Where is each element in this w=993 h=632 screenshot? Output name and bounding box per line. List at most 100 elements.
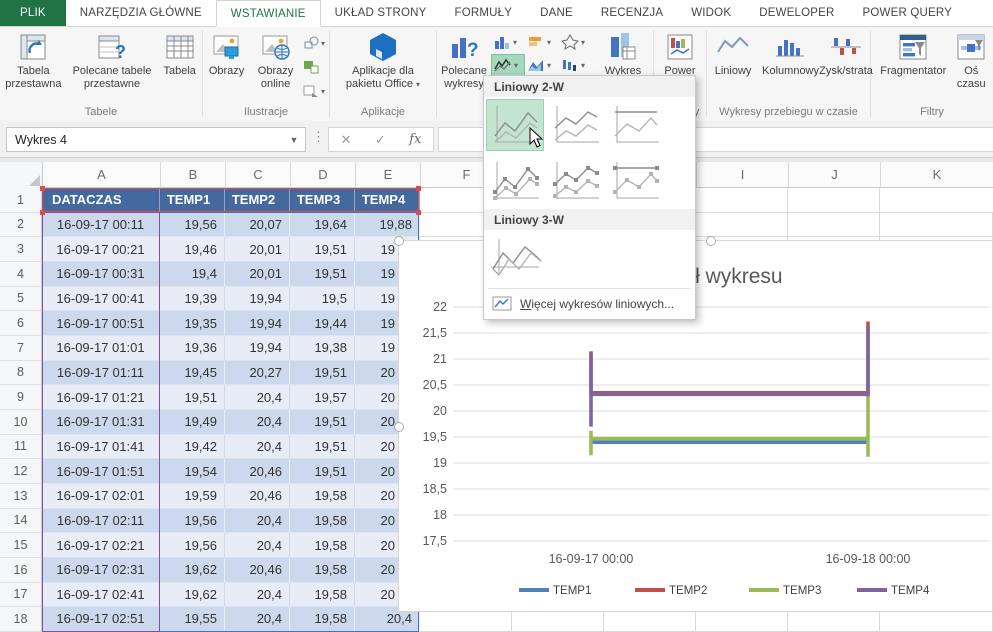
cell-B3[interactable]: 19,46 [160, 237, 225, 262]
row-header-13[interactable]: 13 [0, 484, 42, 509]
tab-wstawianie[interactable]: WSTAWIANIE [216, 0, 321, 27]
formula-bar-resize-handle[interactable]: ⋮ [312, 129, 325, 145]
cell-A12[interactable]: 16-09-17 01:51 [42, 459, 160, 484]
cell-C5[interactable]: 19,94 [225, 287, 290, 312]
insert-line-chart-button[interactable]: ▾ [491, 54, 525, 76]
row-header-1[interactable]: 1 [0, 188, 42, 213]
screenshot-button[interactable]: ▾ [301, 81, 329, 101]
cell-C15[interactable]: 20,4 [225, 533, 290, 558]
cell-D3[interactable]: 19,51 [290, 237, 355, 262]
cell-A16[interactable]: 16-09-17 02:31 [42, 558, 160, 583]
cell-B11[interactable]: 19,42 [160, 435, 225, 460]
cell-B8[interactable]: 19,45 [160, 361, 225, 386]
cell-A13[interactable]: 16-09-17 02:01 [42, 484, 160, 509]
cell-C1[interactable]: TEMP2 [225, 188, 290, 213]
cell-C11[interactable]: 20,4 [225, 435, 290, 460]
col-header-C[interactable]: C [226, 162, 291, 188]
cell-D1[interactable]: TEMP3 [290, 188, 355, 213]
cell-A17[interactable]: 16-09-17 02:41 [42, 583, 160, 608]
cell-B16[interactable]: 19,62 [160, 558, 225, 583]
cell-I2[interactable] [696, 213, 788, 238]
cell-I1[interactable] [696, 188, 788, 213]
cell-E1[interactable]: TEMP4 [355, 188, 420, 213]
col-header-I[interactable]: I [697, 162, 789, 188]
cell-D4[interactable]: 19,51 [290, 262, 355, 287]
cell-C12[interactable]: 20,46 [225, 459, 290, 484]
cell-A1[interactable]: DATACZAS [42, 188, 160, 213]
cell-A11[interactable]: 16-09-17 01:41 [42, 435, 160, 460]
recommended-pivot-button[interactable]: ? Polecane tabele przestawne [67, 29, 158, 90]
cell-D11[interactable]: 19,51 [290, 435, 355, 460]
row-header-2[interactable]: 2 [0, 213, 42, 238]
row-header-18[interactable]: 18 [0, 607, 42, 632]
cell-C17[interactable]: 20,4 [225, 583, 290, 608]
office-apps-button[interactable]: Aplikacje dla pakietu Office ▾ [332, 29, 434, 91]
cell-B4[interactable]: 19,4 [160, 262, 225, 287]
row-header-8[interactable]: 8 [0, 361, 42, 386]
table-button[interactable]: Tabela [157, 29, 202, 78]
more-line-charts-item[interactable]: Więcej wykresów liniowych... [484, 291, 695, 316]
cell-B6[interactable]: 19,35 [160, 311, 225, 336]
cell-C13[interactable]: 20,46 [225, 484, 290, 509]
sparkline-winloss-button[interactable]: Zysk/strata [822, 29, 870, 78]
cell-C2[interactable]: 20,07 [225, 213, 290, 238]
cell-E2[interactable]: 19,88 [355, 213, 420, 238]
col-header-A[interactable]: A [43, 162, 161, 188]
col-header-J[interactable]: J [789, 162, 881, 188]
cell-D14[interactable]: 19,58 [290, 509, 355, 534]
cell-J1[interactable] [788, 188, 880, 213]
cell-A10[interactable]: 16-09-17 01:31 [42, 410, 160, 435]
cell-B9[interactable]: 19,51 [160, 385, 225, 410]
cell-K2[interactable] [880, 213, 993, 238]
name-box[interactable]: Wykres 4 ▼ [6, 127, 306, 152]
online-pictures-button[interactable]: Obrazy online [250, 29, 301, 90]
row-header-4[interactable]: 4 [0, 262, 42, 287]
tab-widok[interactable]: WIDOK [677, 0, 745, 26]
insert-column-chart-button[interactable]: ▾ [491, 31, 525, 53]
tab-plik[interactable]: PLIK [0, 0, 66, 26]
cell-C6[interactable]: 19,94 [225, 311, 290, 336]
cancel-button[interactable]: ✕ [341, 132, 352, 148]
cell-A15[interactable]: 16-09-17 02:21 [42, 533, 160, 558]
row-header-15[interactable]: 15 [0, 533, 42, 558]
col-header-B[interactable]: B [161, 162, 226, 188]
cell-D12[interactable]: 19,51 [290, 459, 355, 484]
col-header-E[interactable]: E [356, 162, 421, 188]
pictures-button[interactable]: Obrazy [203, 29, 250, 78]
cell-C4[interactable]: 20,01 [225, 262, 290, 287]
tab-narzędzia-główne[interactable]: NARZĘDZIA GŁÓWNE [66, 0, 216, 26]
cell-A7[interactable]: 16-09-17 01:01 [42, 336, 160, 361]
cell-B12[interactable]: 19,54 [160, 459, 225, 484]
cell-D6[interactable]: 19,44 [290, 311, 355, 336]
cell-A3[interactable]: 16-09-17 00:21 [42, 237, 160, 262]
cell-J2[interactable] [788, 213, 880, 238]
tab-dane[interactable]: DANE [526, 0, 587, 26]
cell-A18[interactable]: 16-09-17 02:51 [42, 607, 160, 632]
line-2d-marker-thumb-2[interactable] [546, 155, 604, 207]
cell-B10[interactable]: 19,49 [160, 410, 225, 435]
cell-C16[interactable]: 20,46 [225, 558, 290, 583]
cell-D15[interactable]: 19,58 [290, 533, 355, 558]
insert-function-button[interactable]: fx [409, 132, 421, 147]
cell-A4[interactable]: 16-09-17 00:31 [42, 262, 160, 287]
cell-D18[interactable]: 19,58 [290, 607, 355, 632]
tab-deweloper[interactable]: DEWELOPER [745, 0, 848, 26]
cell-C3[interactable]: 20,01 [225, 237, 290, 262]
cell-C18[interactable]: 20,4 [225, 607, 290, 632]
cell-C14[interactable]: 20,4 [225, 509, 290, 534]
line-2d-marker-thumb-3[interactable] [606, 155, 664, 207]
row-header-16[interactable]: 16 [0, 558, 42, 583]
cell-A9[interactable]: 16-09-17 01:21 [42, 385, 160, 410]
row-header-3[interactable]: 3 [0, 237, 42, 262]
tab-układ-strony[interactable]: UKŁAD STRONY [321, 0, 441, 26]
cell-D9[interactable]: 19,57 [290, 385, 355, 410]
cell-B15[interactable]: 19,56 [160, 533, 225, 558]
row-header-9[interactable]: 9 [0, 385, 42, 410]
cell-K1[interactable] [880, 188, 993, 213]
shapes-button[interactable]: ▾ [301, 33, 329, 53]
insert-area-chart-button[interactable]: ▾ [525, 54, 559, 76]
cell-A8[interactable]: 16-09-17 01:11 [42, 361, 160, 386]
cell-B1[interactable]: TEMP1 [160, 188, 225, 213]
cell-C10[interactable]: 20,4 [225, 410, 290, 435]
chart-resize-handle[interactable] [706, 236, 716, 246]
